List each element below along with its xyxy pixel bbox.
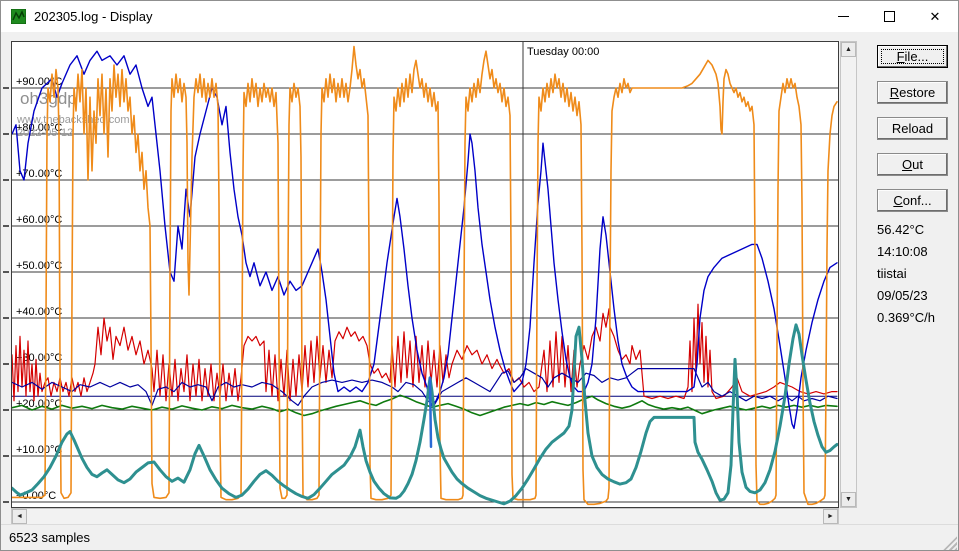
scroll-left-icon: ◄ xyxy=(16,513,23,520)
chart-plot-area[interactable]: +90.00°C+80.00°C+70.00°C+60.00°C+50.00°C… xyxy=(11,41,839,508)
scroll-up-button[interactable]: ▲ xyxy=(841,42,856,57)
conf-button-label: Conf... xyxy=(893,193,931,208)
y-axis-label-60: +60.00°C xyxy=(16,214,62,226)
minimize-icon xyxy=(838,16,849,17)
scroll-up-icon: ▲ xyxy=(845,46,852,53)
sample-count: 6523 samples xyxy=(9,530,90,545)
watermark-date: 2022-05-12 xyxy=(17,127,73,139)
resize-grip-icon[interactable] xyxy=(943,536,957,550)
maximize-icon xyxy=(884,11,895,22)
titlebar[interactable]: 202305.log - Display ✕ xyxy=(1,1,958,32)
y-axis-label-40: +40.00°C xyxy=(16,306,62,318)
status-bar: 6523 samples xyxy=(1,524,958,551)
readout-weekday: tiistai xyxy=(877,263,935,285)
readout-panel: 56.42°C 14:10:08 tiistai 09/05/23 0.369°… xyxy=(877,219,935,329)
out-button[interactable]: Out xyxy=(877,153,948,176)
scroll-right-button[interactable]: ► xyxy=(823,509,838,524)
file-button[interactable]: File... xyxy=(877,45,948,68)
readout-temperature: 56.42°C xyxy=(877,219,935,241)
series-orange-burner xyxy=(12,47,837,505)
app-icon[interactable] xyxy=(11,9,26,24)
temperature-chart: +90.00°C+80.00°C+70.00°C+60.00°C+50.00°C… xyxy=(12,42,838,507)
close-button[interactable]: ✕ xyxy=(912,1,958,32)
axis-tick-marks xyxy=(1,41,11,508)
scroll-right-icon: ► xyxy=(827,513,834,520)
reload-button[interactable]: Reload xyxy=(877,117,948,140)
minimize-button[interactable] xyxy=(820,1,866,32)
conf-button[interactable]: Conf... xyxy=(877,189,948,212)
scroll-down-icon: ▼ xyxy=(845,496,852,503)
maximize-button[interactable] xyxy=(866,1,912,32)
button-panel: File... Restore Reload Out Conf... xyxy=(877,45,948,225)
restore-button-label: Restore xyxy=(890,85,936,100)
y-axis-label-0: +0.00°C xyxy=(16,490,56,502)
file-button-label: File... xyxy=(897,49,929,64)
readout-time: 14:10:08 xyxy=(877,241,935,263)
app-window: 202305.log - Display ✕ +90.00°C+80.00°C+… xyxy=(0,0,959,551)
readout-date: 09/05/23 xyxy=(877,285,935,307)
day-marker-label: Tuesday 00:00 xyxy=(527,46,599,58)
window-title: 202305.log - Display xyxy=(34,9,153,24)
restore-button[interactable]: Restore xyxy=(877,81,948,104)
series-blue-event-spike xyxy=(430,378,431,447)
close-icon: ✕ xyxy=(930,10,941,23)
reload-button-label: Reload xyxy=(892,121,933,136)
readout-rate: 0.369°C/h xyxy=(877,307,935,329)
scroll-down-button[interactable]: ▼ xyxy=(841,492,856,507)
out-button-label: Out xyxy=(902,157,923,172)
app-icon-graphic xyxy=(11,9,26,24)
vertical-scrollbar[interactable]: ▲ ▼ xyxy=(840,41,857,508)
scroll-left-button[interactable]: ◄ xyxy=(12,509,27,524)
horizontal-scrollbar[interactable]: ◄ ► xyxy=(11,508,839,525)
series-red-boiler-return xyxy=(12,304,837,401)
y-axis-label-50: +50.00°C xyxy=(16,260,62,272)
